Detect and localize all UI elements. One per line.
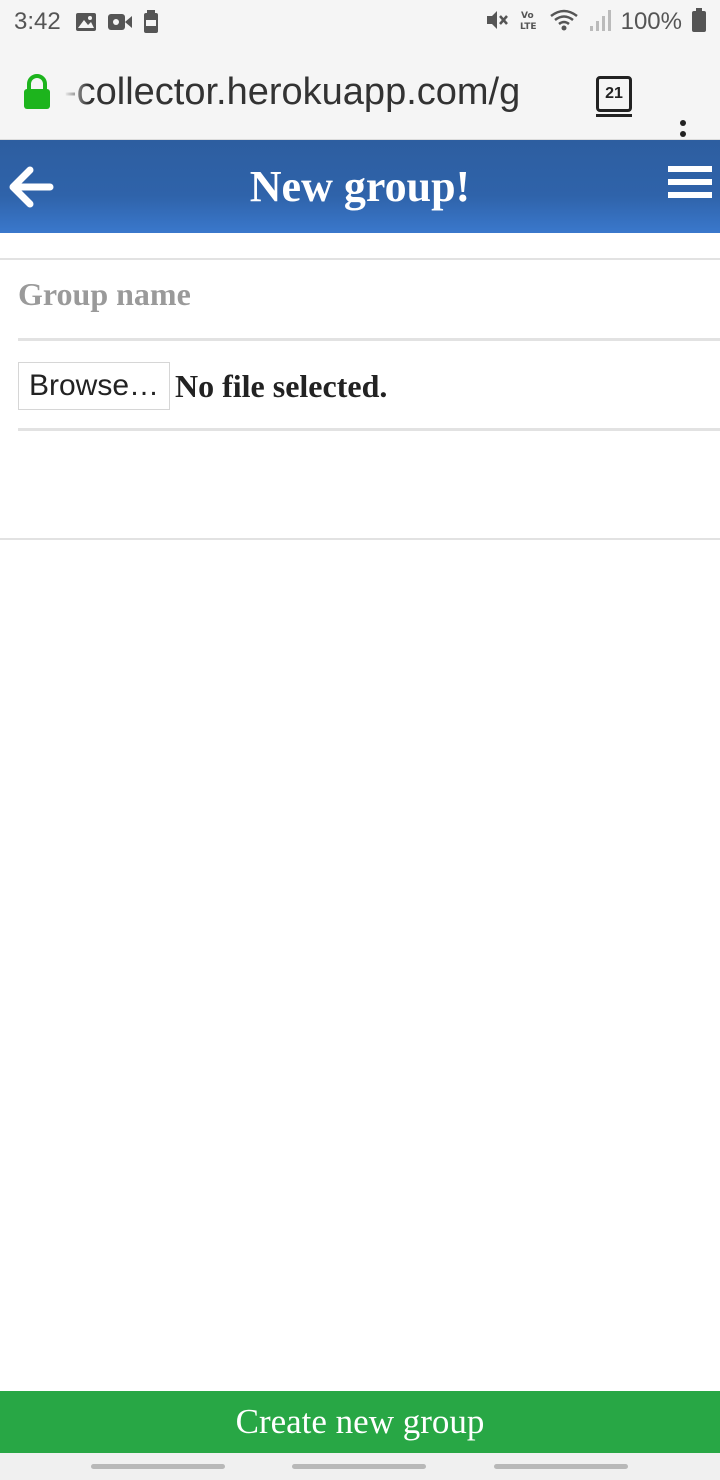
wifi-icon <box>549 8 579 37</box>
tab-switcher-underline <box>596 114 632 117</box>
battery-icon <box>692 7 706 37</box>
app-header: New group! <box>0 140 720 233</box>
browser-url-bar: -collector.herokuapp.com/g 21 <box>0 44 720 148</box>
divider <box>0 258 720 260</box>
status-right-group: Vo LTE 100% <box>485 7 706 37</box>
divider <box>18 338 720 341</box>
video-icon <box>107 12 133 32</box>
svg-text:Vo: Vo <box>521 11 534 21</box>
status-time: 3:42 <box>14 8 61 35</box>
tab-switcher-button[interactable]: 21 <box>596 76 632 112</box>
url-fade <box>64 68 88 116</box>
system-nav-bar <box>0 1453 720 1480</box>
divider <box>0 538 720 540</box>
home-nav-button[interactable] <box>292 1464 426 1469</box>
group-name-input[interactable] <box>18 264 718 324</box>
image-icon <box>75 12 97 32</box>
file-status-text: No file selected. <box>175 368 388 404</box>
battery-saver-icon <box>143 10 159 34</box>
signal-icon <box>589 8 611 37</box>
browse-file-button[interactable]: Browse… <box>18 362 170 410</box>
recents-nav-button[interactable] <box>91 1464 225 1469</box>
hamburger-menu-icon[interactable] <box>668 166 712 206</box>
divider <box>18 428 720 431</box>
mute-icon <box>485 8 509 37</box>
volte-icon: Vo LTE <box>519 8 539 37</box>
status-bar: 3:42 Vo LTE 100% <box>0 0 720 44</box>
battery-percent: 100% <box>620 8 682 35</box>
back-arrow-icon[interactable] <box>6 164 56 210</box>
url-text[interactable]: -collector.herokuapp.com/g <box>64 68 576 116</box>
url-fade <box>548 68 578 116</box>
lock-icon <box>22 74 52 110</box>
create-group-button[interactable]: Create new group <box>0 1391 720 1453</box>
svg-text:LTE: LTE <box>520 22 537 32</box>
page-title: New group! <box>249 162 471 211</box>
back-nav-button[interactable] <box>494 1464 628 1469</box>
